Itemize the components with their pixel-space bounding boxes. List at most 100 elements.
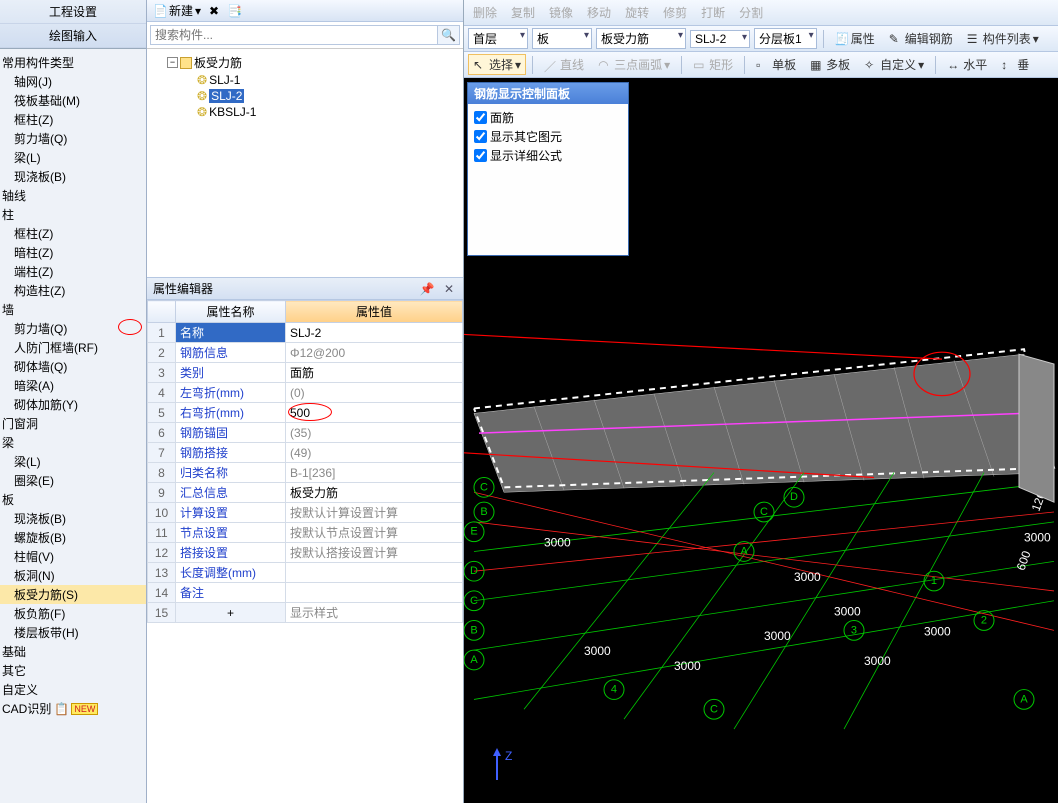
item-end-column[interactable]: 端柱(Z) (0, 262, 146, 281)
type-combo[interactable]: 板 (532, 28, 592, 49)
item-masonry-wall[interactable]: 砌体墙(Q) (0, 357, 146, 376)
close-icon[interactable]: ✕ (441, 282, 457, 296)
item-column-cap[interactable]: 柱帽(V) (0, 547, 146, 566)
3d-viewport[interactable]: ADCCBEDCBAC431A2 30003000300030003000300… (464, 78, 1058, 803)
layer-combo[interactable]: 分层板1 (754, 28, 817, 49)
property-row[interactable]: 10计算设置按默认计算设置计算 (148, 503, 463, 523)
tree-item-slj1[interactable]: ❂ SLJ-1 (149, 72, 461, 88)
prop-value[interactable]: B-1[236] (286, 463, 463, 483)
copy-btn[interactable]: 复制 (506, 2, 540, 23)
single-slab-button[interactable]: ▫单板 (751, 54, 801, 75)
group-slab[interactable]: 板 (0, 490, 146, 509)
edit-rebar-button[interactable]: ✎编辑钢筋 (884, 28, 958, 49)
collapse-icon[interactable]: − (167, 57, 178, 68)
prop-value[interactable]: 板受力筋 (286, 483, 463, 503)
item-ring-beam[interactable]: 圈梁(E) (0, 471, 146, 490)
tree-item-kbslj1[interactable]: ❂ KBSLJ-1 (149, 104, 461, 120)
prop-value[interactable] (286, 563, 463, 583)
item-hidden-beam[interactable]: 暗梁(A) (0, 376, 146, 395)
item-slab2[interactable]: 现浇板(B) (0, 509, 146, 528)
del-btn[interactable]: 删除 (468, 2, 502, 23)
prop-display-style[interactable]: 显示样式 (286, 603, 463, 623)
property-row[interactable]: 11节点设置按默认节点设置计算 (148, 523, 463, 543)
item-shear-wall2[interactable]: 剪力墙(Q) (0, 319, 146, 338)
component-list-button[interactable]: ☰构件列表▾ (962, 28, 1044, 49)
checkbox[interactable] (474, 111, 487, 124)
check-show-formula[interactable]: 显示详细公式 (474, 146, 622, 165)
new-button[interactable]: 📄 新建 ▾ (153, 2, 201, 19)
item-shelter-frame[interactable]: 人防门框墙(RF) (0, 338, 146, 357)
prop-value[interactable]: Φ12@200 (286, 343, 463, 363)
item-frame-column2[interactable]: 框柱(Z) (0, 224, 146, 243)
rebar-display-panel[interactable]: 钢筋显示控制面板 面筋 显示其它图元 显示详细公式 (467, 82, 629, 256)
item-beam[interactable]: 梁(L) (0, 148, 146, 167)
group-custom[interactable]: 自定义 (0, 680, 146, 699)
custom-button[interactable]: ✧自定义▾ (859, 54, 929, 75)
item-masonry-rebar[interactable]: 砌体加筋(Y) (0, 395, 146, 414)
group-foundation[interactable]: 基础 (0, 642, 146, 661)
item-frame-column[interactable]: 框柱(Z) (0, 110, 146, 129)
property-row[interactable]: 8归类名称B-1[236] (148, 463, 463, 483)
group-wall[interactable]: 墙 (0, 300, 146, 319)
item-hidden-column[interactable]: 暗柱(Z) (0, 243, 146, 262)
property-row[interactable]: 7钢筋搭接(49) (148, 443, 463, 463)
prop-value[interactable] (286, 583, 463, 603)
check-top-rebar[interactable]: 面筋 (474, 108, 622, 127)
property-row[interactable]: 14备注 (148, 583, 463, 603)
property-row[interactable]: 12搭接设置按默认搭接设置计算 (148, 543, 463, 563)
prop-value[interactable]: SLJ-2 (286, 323, 463, 343)
prop-value[interactable]: 按默认计算设置计算 (286, 503, 463, 523)
item-raft[interactable]: 筏板基础(M) (0, 91, 146, 110)
property-row[interactable]: 2钢筋信息Φ12@200 (148, 343, 463, 363)
line-button[interactable]: ／直线 (539, 54, 589, 75)
prop-value[interactable]: 按默认节点设置计算 (286, 523, 463, 543)
copy-icon[interactable]: 📑 (227, 4, 242, 18)
tab-draw-input[interactable]: 绘图输入 (0, 24, 146, 48)
property-row[interactable]: 4左弯折(mm)(0) (148, 383, 463, 403)
property-row[interactable]: 3类别面筋 (148, 363, 463, 383)
rect-button[interactable]: ▭矩形 (688, 54, 738, 75)
prop-value[interactable]: 面筋 (286, 363, 463, 383)
search-button[interactable]: 🔍 (438, 25, 460, 45)
delete-icon[interactable]: ✖ (209, 4, 219, 18)
group-column[interactable]: 柱 (0, 205, 146, 224)
group-door[interactable]: 门窗洞 (0, 414, 146, 433)
search-input[interactable] (150, 25, 438, 45)
property-row[interactable]: 9汇总信息板受力筋 (148, 483, 463, 503)
item-beam2[interactable]: 梁(L) (0, 452, 146, 471)
item-spiral-slab[interactable]: 螺旋板(B) (0, 528, 146, 547)
prop-value[interactable]: (49) (286, 443, 463, 463)
group-common[interactable]: 常用构件类型 (0, 53, 146, 72)
item-slab-neg-rebar[interactable]: 板负筋(F) (0, 604, 146, 623)
tree-root[interactable]: − 板受力筋 (149, 53, 461, 72)
select-button[interactable]: ↖选择▾ (468, 54, 526, 75)
rotate-btn[interactable]: 旋转 (620, 2, 654, 23)
group-cad[interactable]: CAD识别 📋 NEW (0, 699, 146, 718)
group-beam[interactable]: 梁 (0, 433, 146, 452)
item-slab-rebar[interactable]: 板受力筋(S) (0, 585, 146, 604)
item-floor-band[interactable]: 楼层板带(H) (0, 623, 146, 642)
item-combo[interactable]: SLJ-2 (690, 30, 750, 48)
split-btn[interactable]: 分割 (734, 2, 768, 23)
tree-item-slj2[interactable]: ❂ SLJ-2 (149, 88, 461, 104)
group-other[interactable]: 其它 (0, 661, 146, 680)
item-shear-wall[interactable]: 剪力墙(Q) (0, 129, 146, 148)
check-show-other[interactable]: 显示其它图元 (474, 127, 622, 146)
checkbox[interactable] (474, 130, 487, 143)
vertical-button[interactable]: ↕垂 (996, 54, 1034, 75)
prop-value[interactable]: 500 (286, 403, 463, 423)
property-row[interactable]: 5右弯折(mm)500 (148, 403, 463, 423)
move-btn[interactable]: 移动 (582, 2, 616, 23)
component-combo[interactable]: 板受力筋 (596, 28, 686, 49)
item-slab-hole[interactable]: 板洞(N) (0, 566, 146, 585)
arc-button[interactable]: ◠三点画弧▾ (593, 54, 675, 75)
floor-combo[interactable]: 首层 (468, 28, 528, 49)
horizontal-button[interactable]: ↔水平 (942, 54, 992, 75)
multi-slab-button[interactable]: ▦多板 (805, 54, 855, 75)
checkbox[interactable] (474, 149, 487, 162)
tab-project-settings[interactable]: 工程设置 (0, 0, 146, 24)
prop-value[interactable]: (0) (286, 383, 463, 403)
item-slab[interactable]: 现浇板(B) (0, 167, 146, 186)
item-axis-grid[interactable]: 轴网(J) (0, 72, 146, 91)
property-row[interactable]: 13长度调整(mm) (148, 563, 463, 583)
